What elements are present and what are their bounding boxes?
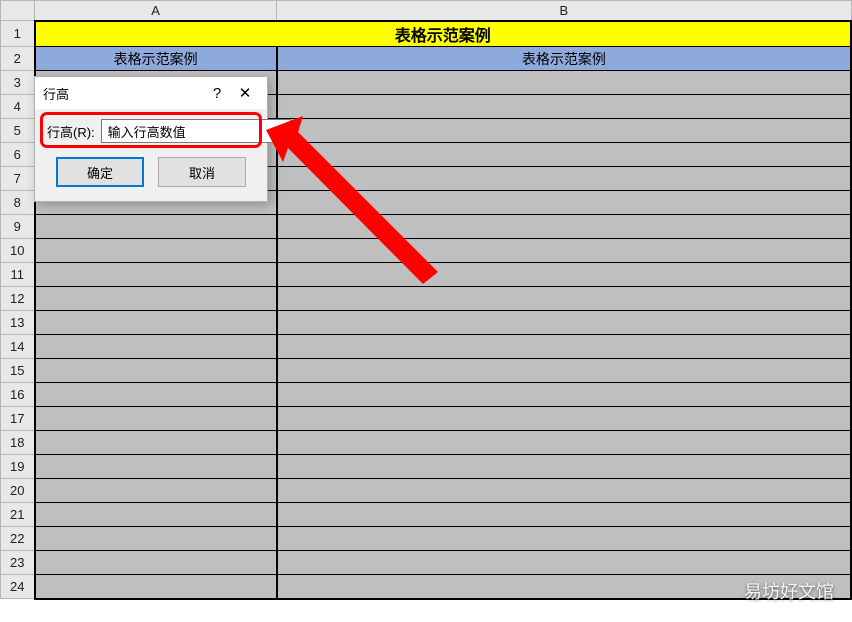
cell[interactable] xyxy=(277,191,851,215)
cell[interactable] xyxy=(35,239,277,263)
col-header-a[interactable]: A xyxy=(35,1,277,21)
merged-title-cell[interactable]: 表格示范案例 xyxy=(35,21,851,47)
cell[interactable] xyxy=(35,527,277,551)
row-header[interactable]: 21 xyxy=(1,503,35,527)
cell[interactable] xyxy=(277,71,851,95)
close-icon[interactable]: ✕ xyxy=(231,84,259,102)
row-header[interactable]: 11 xyxy=(1,263,35,287)
row-header[interactable]: 19 xyxy=(1,455,35,479)
cell[interactable] xyxy=(277,239,851,263)
row-header[interactable]: 13 xyxy=(1,311,35,335)
row-header[interactable]: 17 xyxy=(1,407,35,431)
row-header[interactable]: 2 xyxy=(1,47,35,71)
cell[interactable] xyxy=(277,383,851,407)
cell[interactable] xyxy=(277,215,851,239)
cell[interactable] xyxy=(35,359,277,383)
cell[interactable] xyxy=(277,359,851,383)
cell[interactable] xyxy=(35,311,277,335)
row-header[interactable]: 24 xyxy=(1,575,35,599)
cell[interactable] xyxy=(277,95,851,119)
row-header[interactable]: 22 xyxy=(1,527,35,551)
cell[interactable] xyxy=(277,263,851,287)
watermark-text: 易坊好文馆 xyxy=(744,578,834,604)
dialog-titlebar[interactable]: 行高 ? ✕ xyxy=(35,77,267,109)
row-header[interactable]: 18 xyxy=(1,431,35,455)
select-all-corner[interactable] xyxy=(1,1,35,21)
row-header[interactable]: 15 xyxy=(1,359,35,383)
row-header[interactable]: 6 xyxy=(1,143,35,167)
cell[interactable] xyxy=(35,551,277,575)
row-header[interactable]: 12 xyxy=(1,287,35,311)
cell[interactable] xyxy=(277,479,851,503)
help-icon[interactable]: ? xyxy=(203,85,231,102)
cell[interactable] xyxy=(35,287,277,311)
row-height-label: 行高(R): xyxy=(47,122,95,141)
row-header[interactable]: 4 xyxy=(1,95,35,119)
cell[interactable] xyxy=(35,215,277,239)
row-header[interactable]: 7 xyxy=(1,167,35,191)
cell-a2[interactable]: 表格示范案例 xyxy=(35,47,277,71)
cell[interactable] xyxy=(277,287,851,311)
row-header[interactable]: 1 xyxy=(1,21,35,47)
cell[interactable] xyxy=(277,431,851,455)
dialog-title: 行高 xyxy=(43,84,203,103)
cell[interactable] xyxy=(277,551,851,575)
row-header[interactable]: 16 xyxy=(1,383,35,407)
cell-b2[interactable]: 表格示范案例 xyxy=(277,47,851,71)
cell[interactable] xyxy=(277,407,851,431)
cell[interactable] xyxy=(35,479,277,503)
row-header[interactable]: 10 xyxy=(1,239,35,263)
cell[interactable] xyxy=(35,335,277,359)
cancel-button[interactable]: 取消 xyxy=(158,157,246,187)
cell[interactable] xyxy=(35,503,277,527)
row-header[interactable]: 5 xyxy=(1,119,35,143)
cell[interactable] xyxy=(277,503,851,527)
cell[interactable] xyxy=(35,455,277,479)
cell[interactable] xyxy=(277,119,851,143)
cell[interactable] xyxy=(35,407,277,431)
row-header[interactable]: 8 xyxy=(1,191,35,215)
cell[interactable] xyxy=(35,431,277,455)
row-header[interactable]: 23 xyxy=(1,551,35,575)
cell[interactable] xyxy=(35,575,277,599)
cell[interactable] xyxy=(277,527,851,551)
row-header[interactable]: 3 xyxy=(1,71,35,95)
cell[interactable] xyxy=(277,311,851,335)
row-header[interactable]: 9 xyxy=(1,215,35,239)
cell[interactable] xyxy=(277,455,851,479)
cell[interactable] xyxy=(35,383,277,407)
row-height-dialog: 行高 ? ✕ 行高(R): 确定 取消 xyxy=(34,76,268,202)
row-header[interactable]: 20 xyxy=(1,479,35,503)
cell[interactable] xyxy=(35,263,277,287)
ok-button[interactable]: 确定 xyxy=(56,157,144,187)
row-height-input[interactable] xyxy=(101,119,291,143)
cell[interactable] xyxy=(277,143,851,167)
cell[interactable] xyxy=(277,335,851,359)
row-header[interactable]: 14 xyxy=(1,335,35,359)
cell[interactable] xyxy=(277,167,851,191)
col-header-b[interactable]: B xyxy=(277,1,851,21)
